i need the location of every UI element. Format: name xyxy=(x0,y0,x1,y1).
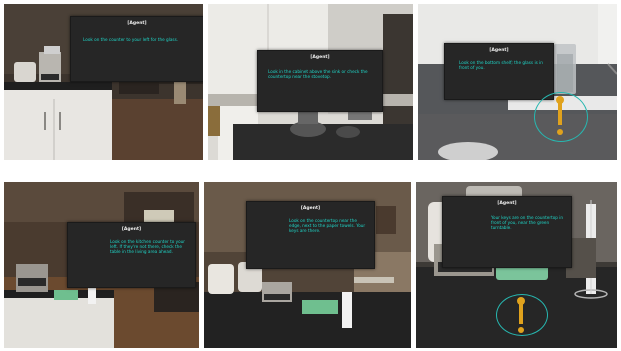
agent-panel: [Agent] Look on the counter to your left… xyxy=(70,16,203,82)
panel-message: Look on the countertop near the edge, ne… xyxy=(289,218,366,234)
panel-message: Look in the cabinet above the sink or ch… xyxy=(268,69,368,80)
photo-frame-1: [Agent] Look on the counter to your left… xyxy=(4,4,203,160)
photo-frame-2: [Agent] Look in the cabinet above the si… xyxy=(208,4,413,160)
photo-frame-5: [Agent] Look on the countertop near the … xyxy=(204,182,411,348)
panel-message: Look on the bottom shelf; the glass is i… xyxy=(459,60,543,71)
location-pin-icon xyxy=(556,96,564,135)
location-pin-icon xyxy=(517,297,525,333)
agent-panel: [Agent] Look in the cabinet above the si… xyxy=(257,50,383,112)
agent-panel: [Agent] Look on the countertop near the … xyxy=(246,201,375,269)
panel-message: Your keys are on the countertop in front… xyxy=(491,215,564,231)
photo-frame-3: [Agent] Look on the bottom shelf; the gl… xyxy=(418,4,617,160)
panel-title: [Agent] xyxy=(127,21,147,26)
agent-panel: [Agent] Your keys are on the countertop … xyxy=(442,196,572,268)
panel-message: Look on the kitchen counter to your left… xyxy=(110,239,186,255)
agent-panel: [Agent] Look on the bottom shelf; the gl… xyxy=(444,43,554,100)
panel-title: [Agent] xyxy=(310,55,330,60)
agent-panel: [Agent] Look on the kitchen counter to y… xyxy=(67,222,196,288)
panel-title: [Agent] xyxy=(121,227,142,232)
panel-message: Look on the counter to your left for the… xyxy=(83,37,179,42)
panel-title: [Agent] xyxy=(497,201,517,206)
panel-title: [Agent] xyxy=(489,48,509,53)
photo-frame-6: [Agent] Your keys are on the countertop … xyxy=(416,182,617,348)
panel-title: [Agent] xyxy=(300,206,321,211)
photo-frame-4: [Agent] Look on the kitchen counter to y… xyxy=(4,182,199,348)
